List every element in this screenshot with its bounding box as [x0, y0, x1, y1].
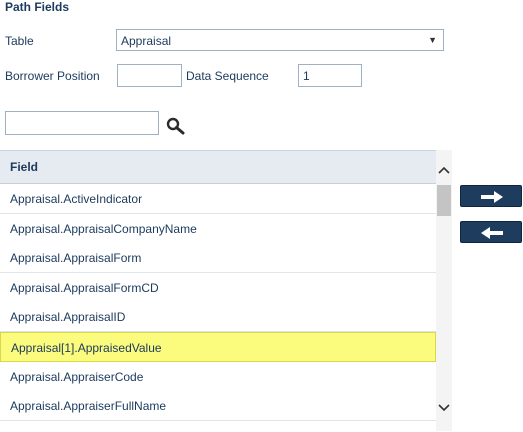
row-label: Appraisal.AppraisalForm — [10, 251, 142, 265]
row-label: Appraisal.AppraisalCompanyName — [10, 222, 197, 236]
arrow-right-icon — [481, 191, 503, 203]
grid-header-field[interactable]: Field — [10, 160, 38, 174]
row-label: Appraisal.AppraisalFormCD — [10, 281, 159, 295]
data-sequence-value: 1 — [303, 69, 310, 83]
table-row[interactable]: Appraisal.AppraiserFullName — [0, 391, 436, 421]
scrollbar-thumb[interactable] — [437, 185, 451, 216]
table-row-selected[interactable]: Appraisal[1].AppraisedValue — [0, 332, 436, 362]
table-row[interactable]: Appraisal.AppraisalCompanyName — [0, 214, 436, 244]
table-label: Table — [5, 34, 34, 48]
grid-header: Field — [0, 151, 436, 184]
grid-scrollbar[interactable] — [436, 150, 452, 431]
table-select-value: Appraisal — [121, 34, 172, 48]
data-sequence-label: Data Sequence — [186, 69, 269, 83]
row-label: Appraisal.AppraiserFullName — [10, 399, 167, 413]
section-title: Path Fields — [5, 0, 70, 14]
chevron-down-icon[interactable] — [436, 396, 452, 420]
row-label: Appraisal.AppraisalID — [10, 310, 126, 324]
table-row[interactable]: Appraisal.AppraisalForm — [0, 243, 436, 273]
borrower-position-input[interactable] — [117, 64, 182, 87]
table-row[interactable]: Appraisal.AppraisalID — [0, 302, 436, 332]
field-grid: Field Appraisal.ActiveIndicator Appraisa… — [0, 150, 436, 432]
row-label: Appraisal.AppraiserCode — [10, 370, 144, 384]
row-label: Appraisal[1].AppraisedValue — [11, 341, 162, 355]
table-row[interactable]: Appraisal.ActiveIndicator — [0, 184, 436, 214]
add-field-button[interactable] — [460, 185, 522, 207]
search-input[interactable] — [5, 111, 159, 135]
dropdown-arrow-icon[interactable]: ▼ — [428, 35, 437, 45]
borrower-position-label: Borrower Position — [5, 69, 100, 83]
table-select[interactable]: Appraisal ▼ — [116, 29, 444, 51]
search-icon[interactable] — [166, 117, 186, 135]
arrow-left-icon — [481, 227, 503, 239]
table-row[interactable]: Appraisal.AppraisalFormCD — [0, 273, 436, 303]
table-row[interactable]: Appraisal.AppraiserCode — [0, 362, 436, 392]
row-label: Appraisal.ActiveIndicator — [10, 192, 143, 206]
data-sequence-input[interactable]: 1 — [298, 64, 362, 87]
remove-field-button[interactable] — [460, 221, 522, 243]
chevron-up-icon[interactable] — [436, 158, 452, 182]
